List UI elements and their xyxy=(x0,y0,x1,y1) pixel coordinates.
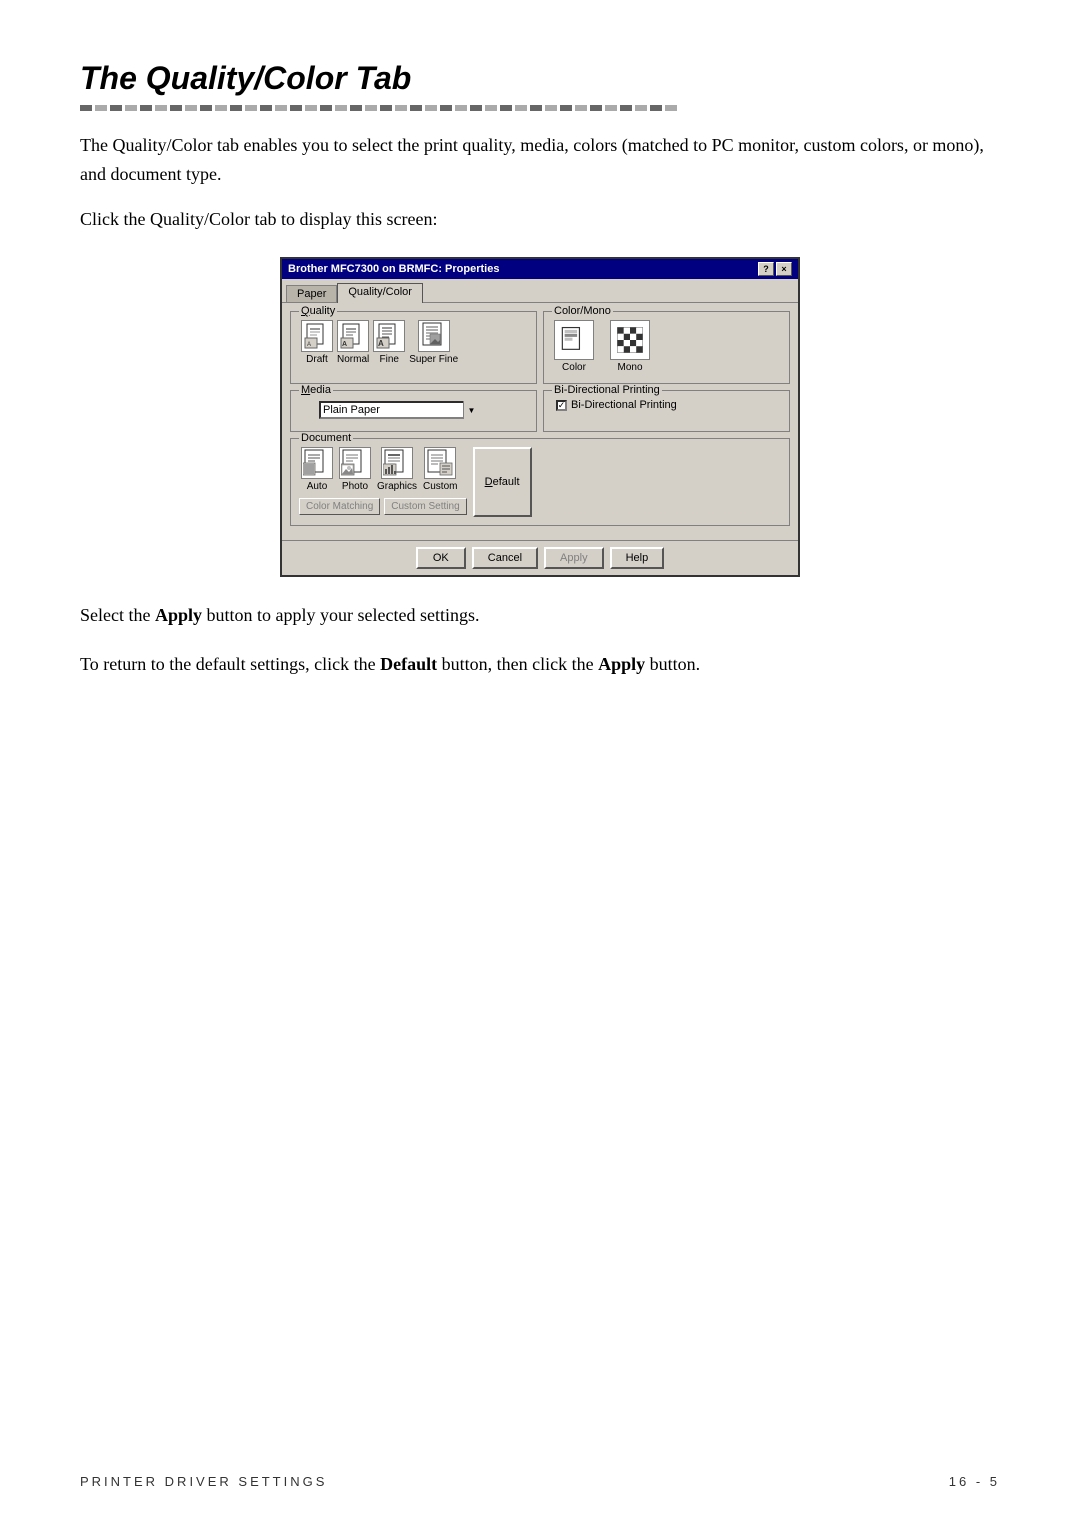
apply-bold-1: Apply xyxy=(155,605,202,625)
quality-group-label: Quality xyxy=(299,305,337,317)
tab-paper[interactable]: Paper xyxy=(286,285,337,302)
quality-fine-label: Fine xyxy=(380,354,399,365)
color-mono-mono-item[interactable]: Mono xyxy=(610,320,650,373)
bi-directional-group-label: Bi-Directional Printing xyxy=(552,384,662,396)
dialog-title: Brother MFC7300 on BRMFC: Properties xyxy=(288,263,499,275)
color-mono-group-label: Color/Mono xyxy=(552,305,613,317)
page-title: The Quality/Color Tab xyxy=(80,60,1000,97)
apply-button[interactable]: Apply xyxy=(544,547,604,569)
intro-text-2: Click the Quality/Color tab to display t… xyxy=(80,205,1000,234)
quality-draft-item[interactable]: A Draft xyxy=(301,320,333,365)
page-footer: PRINTER DRIVER SETTINGS 16 - 5 xyxy=(0,1474,1080,1489)
dialog-window: Brother MFC7300 on BRMFC: Properties ? ×… xyxy=(280,257,800,577)
footer-right: 16 - 5 xyxy=(949,1474,1000,1489)
svg-text:A: A xyxy=(307,342,311,348)
after-text-1: Select the Apply button to apply your se… xyxy=(80,601,1000,630)
quality-normal-item[interactable]: A Normal xyxy=(337,320,369,365)
help-titlebar-button[interactable]: ? xyxy=(758,262,774,276)
media-group-label: Media xyxy=(299,384,333,396)
document-icons-row: Auto xyxy=(299,443,467,494)
page-content: The Quality/Color Tab The Quality/Color … xyxy=(0,0,1080,771)
title-divider xyxy=(80,105,1000,111)
quality-icons-row: A Draft xyxy=(299,316,528,367)
quality-draft-icon: A xyxy=(301,320,333,352)
media-select-wrapper[interactable]: Plain Paper ▼ xyxy=(319,401,479,419)
document-photo-label: Photo xyxy=(342,481,368,492)
bi-directional-checkbox-label: Bi-Directional Printing xyxy=(571,399,677,411)
default-bold: Default xyxy=(380,654,437,674)
middle-row: Media Plain Paper ▼ Bi-Directional Print… xyxy=(290,390,790,438)
document-inner: Auto xyxy=(299,443,781,517)
document-auto-item[interactable]: Auto xyxy=(301,447,333,492)
media-row: Plain Paper ▼ xyxy=(299,395,528,423)
document-photo-item[interactable]: Photo xyxy=(339,447,371,492)
document-graphics-label: Graphics xyxy=(377,481,417,492)
apply-bold-2: Apply xyxy=(598,654,645,674)
ok-button[interactable]: OK xyxy=(416,547,466,569)
bi-directional-checkbox[interactable]: ✓ xyxy=(556,400,567,411)
color-mono-mono-label: Mono xyxy=(617,362,642,373)
dialog-bottom-bar: OK Cancel Apply Help xyxy=(282,540,798,575)
color-mono-group: Color/Mono xyxy=(543,311,790,384)
document-group: Document xyxy=(290,438,790,526)
quality-group: Quality A xyxy=(290,311,537,384)
document-group-label: Document xyxy=(299,432,353,444)
tab-quality-color[interactable]: Quality/Color xyxy=(337,283,423,303)
document-custom-item[interactable]: Custom xyxy=(423,447,457,492)
document-custom-label: Custom xyxy=(423,481,457,492)
mono-icon xyxy=(610,320,650,360)
color-matching-button[interactable]: Color Matching xyxy=(299,498,380,515)
cancel-button[interactable]: Cancel xyxy=(472,547,538,569)
footer-left: PRINTER DRIVER SETTINGS xyxy=(80,1474,327,1489)
dialog-tabs: Paper Quality/Color xyxy=(282,279,798,302)
document-graphics-item[interactable]: Graphics xyxy=(377,447,417,492)
default-button[interactable]: Default xyxy=(473,447,532,517)
svg-text:A: A xyxy=(378,339,384,348)
document-left: Auto xyxy=(299,443,467,517)
document-auto-label: Auto xyxy=(307,481,328,492)
top-row: Quality A xyxy=(290,311,790,390)
dialog-body: Quality A xyxy=(282,302,798,540)
help-button[interactable]: Help xyxy=(610,547,665,569)
document-graphics-icon xyxy=(381,447,413,479)
quality-draft-label: Draft xyxy=(306,354,328,365)
dialog-titlebar: Brother MFC7300 on BRMFC: Properties ? × xyxy=(282,259,798,279)
quality-normal-label: Normal xyxy=(337,354,369,365)
quality-superfine-item[interactable]: Super Fine xyxy=(409,320,458,365)
custom-setting-button[interactable]: Custom Setting xyxy=(384,498,466,515)
media-group: Media Plain Paper ▼ xyxy=(290,390,537,432)
document-photo-icon xyxy=(339,447,371,479)
color-icon xyxy=(554,320,594,360)
default-button-label: Default xyxy=(485,476,520,488)
default-btn-area: Default xyxy=(473,443,532,517)
quality-fine-item[interactable]: A Fine xyxy=(373,320,405,365)
intro-text-1: The Quality/Color tab enables you to sel… xyxy=(80,131,1000,189)
document-custom-icon xyxy=(424,447,456,479)
quality-superfine-icon xyxy=(418,320,450,352)
close-titlebar-button[interactable]: × xyxy=(776,262,792,276)
document-action-buttons: Color Matching Custom Setting xyxy=(299,494,467,517)
bi-directional-checkbox-row: ✓ Bi-Directional Printing xyxy=(552,395,781,413)
svg-text:A: A xyxy=(342,341,347,348)
document-auto-icon xyxy=(301,447,333,479)
after-text-2: To return to the default settings, click… xyxy=(80,650,1000,679)
color-mono-color-item[interactable]: Color xyxy=(554,320,594,373)
quality-superfine-label: Super Fine xyxy=(409,354,458,365)
bi-directional-group: Bi-Directional Printing ✓ Bi-Directional… xyxy=(543,390,790,432)
color-mono-icons-row: Color xyxy=(552,316,781,375)
titlebar-buttons: ? × xyxy=(758,262,792,276)
media-select[interactable]: Plain Paper xyxy=(319,401,479,419)
quality-fine-icon: A xyxy=(373,320,405,352)
color-mono-color-label: Color xyxy=(562,362,586,373)
quality-normal-icon: A xyxy=(337,320,369,352)
